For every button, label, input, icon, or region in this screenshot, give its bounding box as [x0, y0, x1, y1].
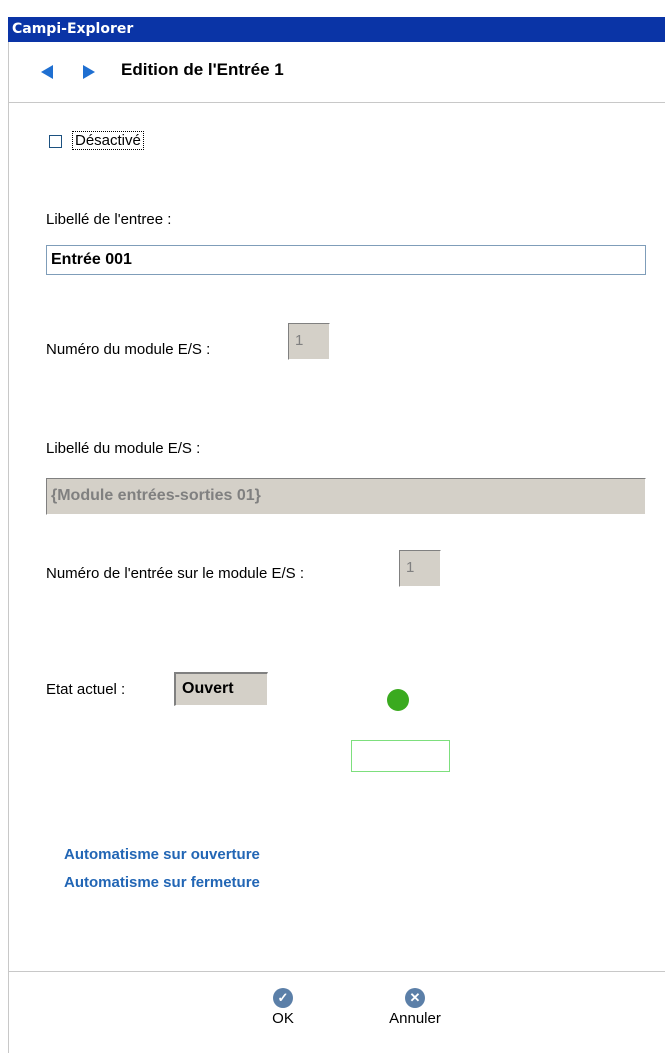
back-arrow-icon[interactable]	[39, 64, 55, 84]
input-number-caption: Numéro de l'entrée sur le module E/S :	[46, 565, 304, 582]
close-icon: ✕	[405, 988, 425, 1008]
window-title: Campi-Explorer	[8, 17, 665, 42]
edit-pane: Edition de l'Entrée 1 Désactivé Libellé …	[8, 42, 665, 1054]
forward-arrow-icon[interactable]	[81, 64, 97, 84]
state-indicator-box	[351, 740, 450, 772]
nav-bar: Edition de l'Entrée 1	[9, 42, 665, 103]
state-led-indicator	[387, 689, 409, 711]
page-title: Edition de l'Entrée 1	[121, 60, 284, 79]
entry-label-field[interactable]	[46, 245, 646, 275]
disabled-checkbox-label[interactable]: Désactivé	[72, 131, 144, 150]
module-number-caption: Numéro du module E/S :	[46, 341, 211, 358]
on-open-automation-link[interactable]: Automatisme sur ouverture	[64, 846, 260, 863]
module-label-caption: Libellé du module E/S :	[46, 440, 201, 457]
on-close-automation-link[interactable]: Automatisme sur fermeture	[64, 874, 260, 891]
check-icon: ✓	[273, 988, 293, 1008]
cancel-button[interactable]: ✕ Annuler	[375, 988, 455, 1027]
disabled-checkbox[interactable]	[49, 135, 62, 148]
state-caption: Etat actuel :	[46, 681, 126, 698]
cancel-button-label: Annuler	[389, 1010, 441, 1027]
ok-button[interactable]: ✓ OK	[263, 988, 303, 1027]
input-number-field: 1	[399, 550, 441, 587]
footer-bar: ✓ OK ✕ Annuler	[9, 971, 665, 1054]
module-number-field: 1	[288, 323, 330, 360]
state-value: Ouvert	[174, 672, 268, 706]
ok-button-label: OK	[272, 1010, 294, 1027]
entry-label-caption: Libellé de l'entree :	[46, 211, 172, 228]
module-label-field: {Module entrées-sorties 01}	[46, 478, 646, 515]
